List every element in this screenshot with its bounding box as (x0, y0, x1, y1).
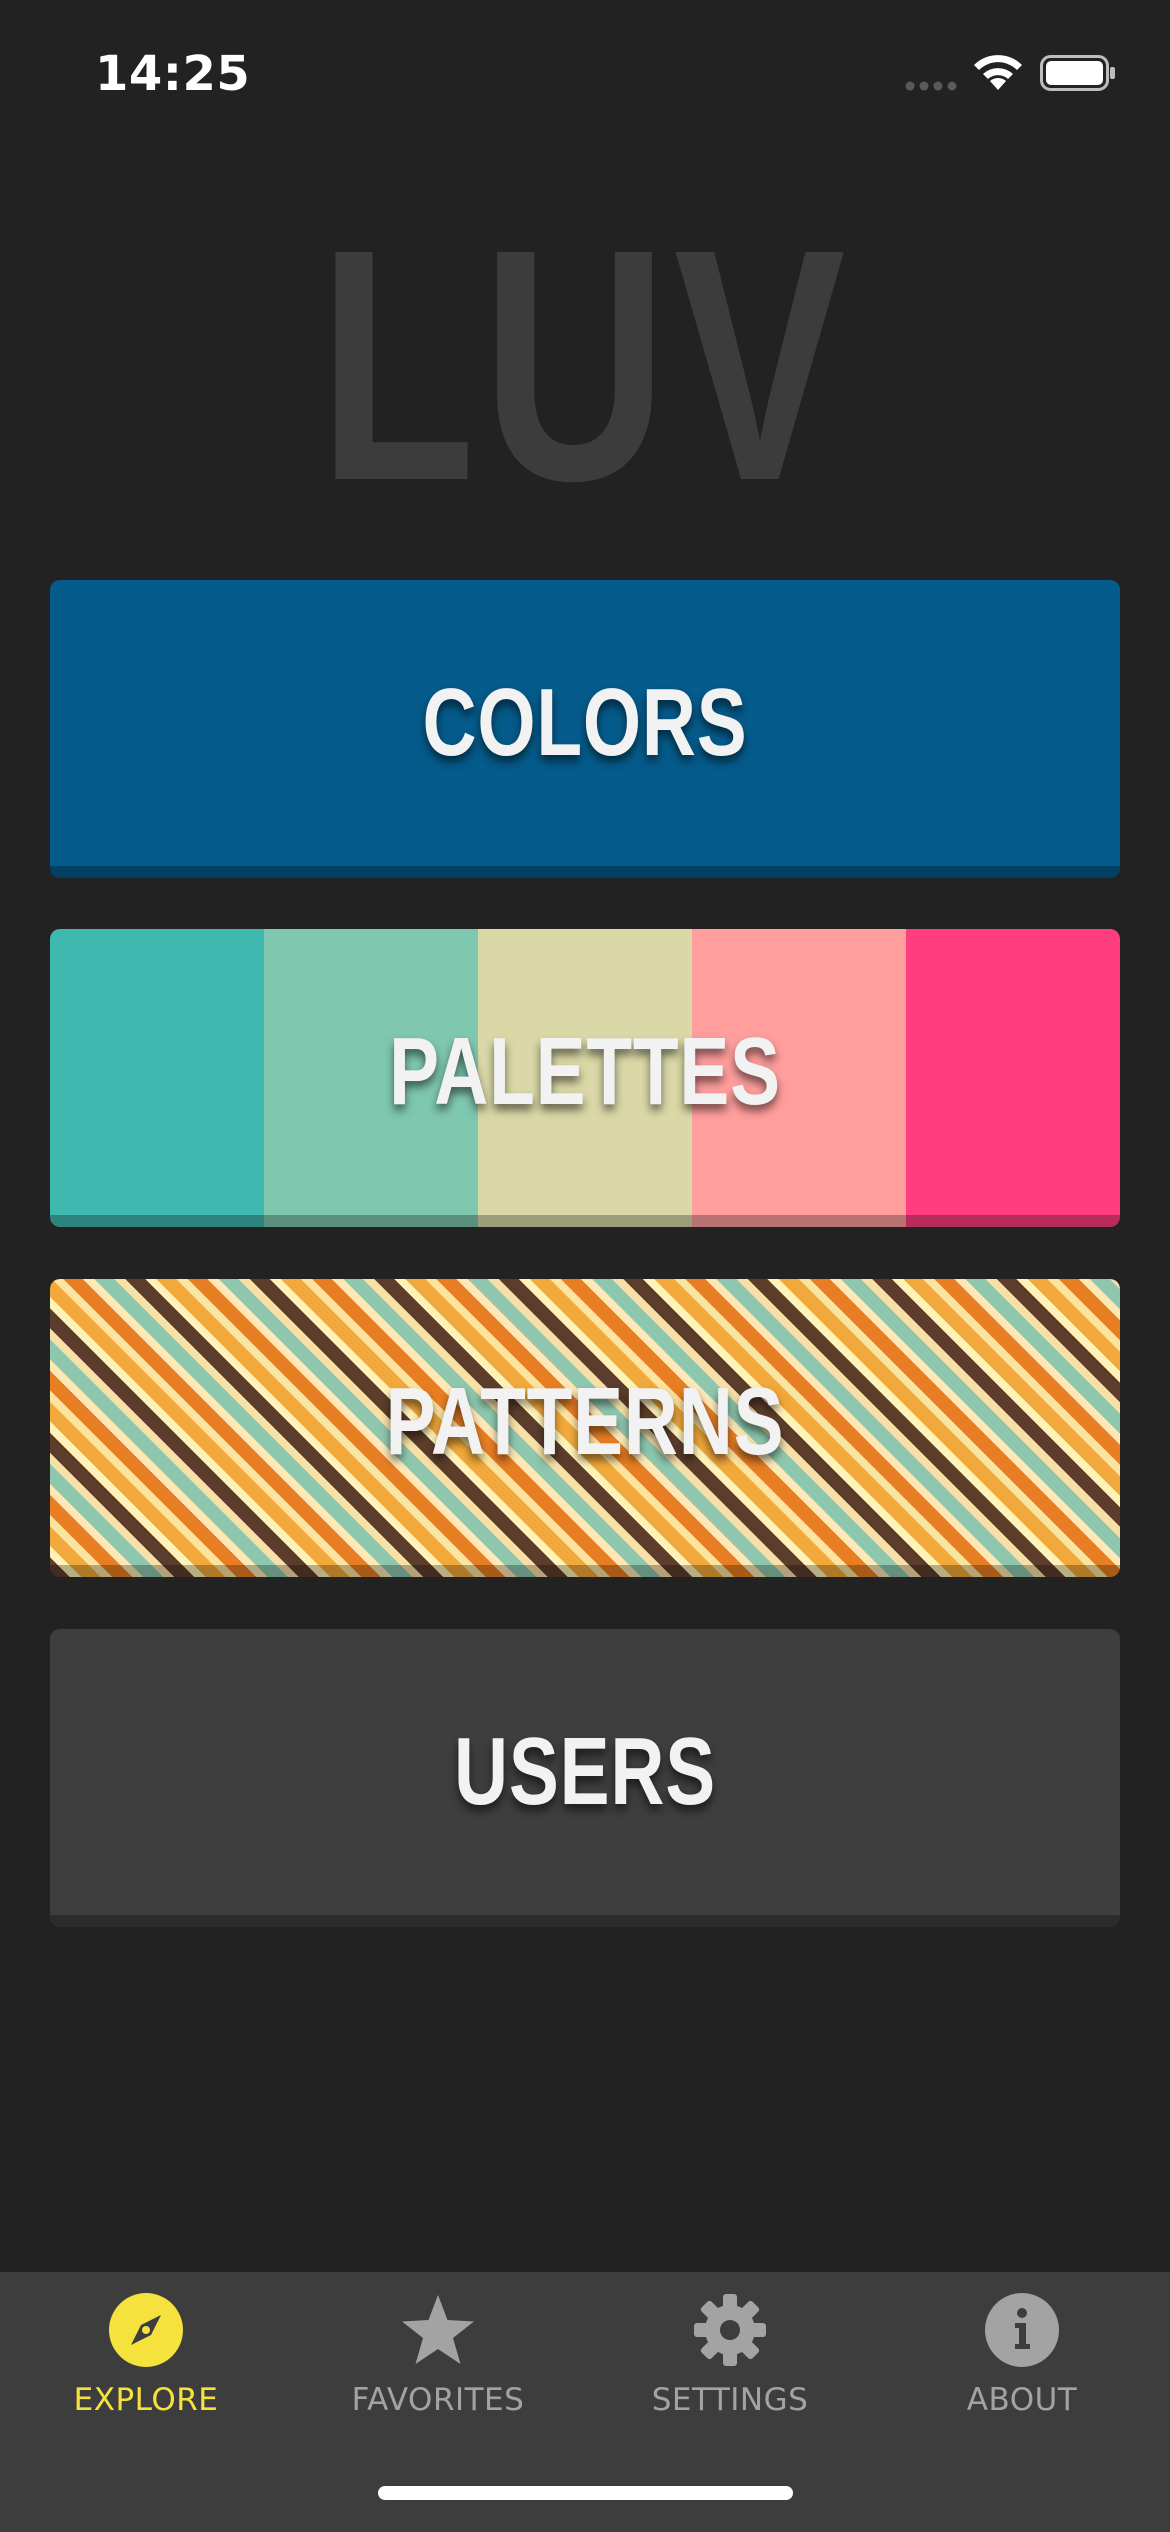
colors-button-shadow (50, 866, 1120, 878)
users-button[interactable]: USERS (50, 1629, 1120, 1927)
tab-about[interactable]: ABOUT (876, 2272, 1168, 2452)
home-indicator (378, 2486, 793, 2500)
palettes-button-shadow (50, 1215, 1120, 1227)
patterns-button[interactable]: PATTERNS (50, 1279, 1120, 1577)
screen: 14:25 LUV COLORS PALETTES PATTERNS USERS… (0, 0, 1170, 2532)
tab-about-label: ABOUT (966, 2382, 1078, 2418)
patterns-button-shadow (50, 1565, 1120, 1577)
info-icon (985, 2293, 1059, 2367)
tab-favorites[interactable]: FAVORITES (292, 2272, 584, 2452)
tab-favorites-label: FAVORITES (351, 2382, 525, 2418)
status-bar: 14:25 (0, 0, 1170, 150)
status-time: 14:25 (95, 46, 251, 102)
tab-settings[interactable]: SETTINGS (584, 2272, 876, 2452)
cellular-signal-icon (905, 81, 957, 91)
app-logo: LUV (318, 180, 852, 549)
tab-explore-label: EXPLORE (73, 2382, 219, 2418)
gear-icon (694, 2294, 766, 2366)
battery-icon (1040, 55, 1115, 91)
wifi-icon (974, 55, 1022, 90)
star-icon (402, 2295, 474, 2364)
users-button-shadow (50, 1915, 1120, 1927)
colors-button-label: COLORS (422, 669, 748, 776)
colors-button[interactable]: COLORS (50, 580, 1120, 878)
palettes-button[interactable]: PALETTES (50, 929, 1120, 1227)
tab-settings-label: SETTINGS (651, 2382, 809, 2418)
palettes-button-label: PALETTES (389, 1018, 781, 1125)
users-button-label: USERS (454, 1718, 716, 1825)
patterns-button-label: PATTERNS (385, 1368, 785, 1475)
compass-icon (109, 2293, 183, 2367)
tab-explore[interactable]: EXPLORE (0, 2272, 292, 2452)
